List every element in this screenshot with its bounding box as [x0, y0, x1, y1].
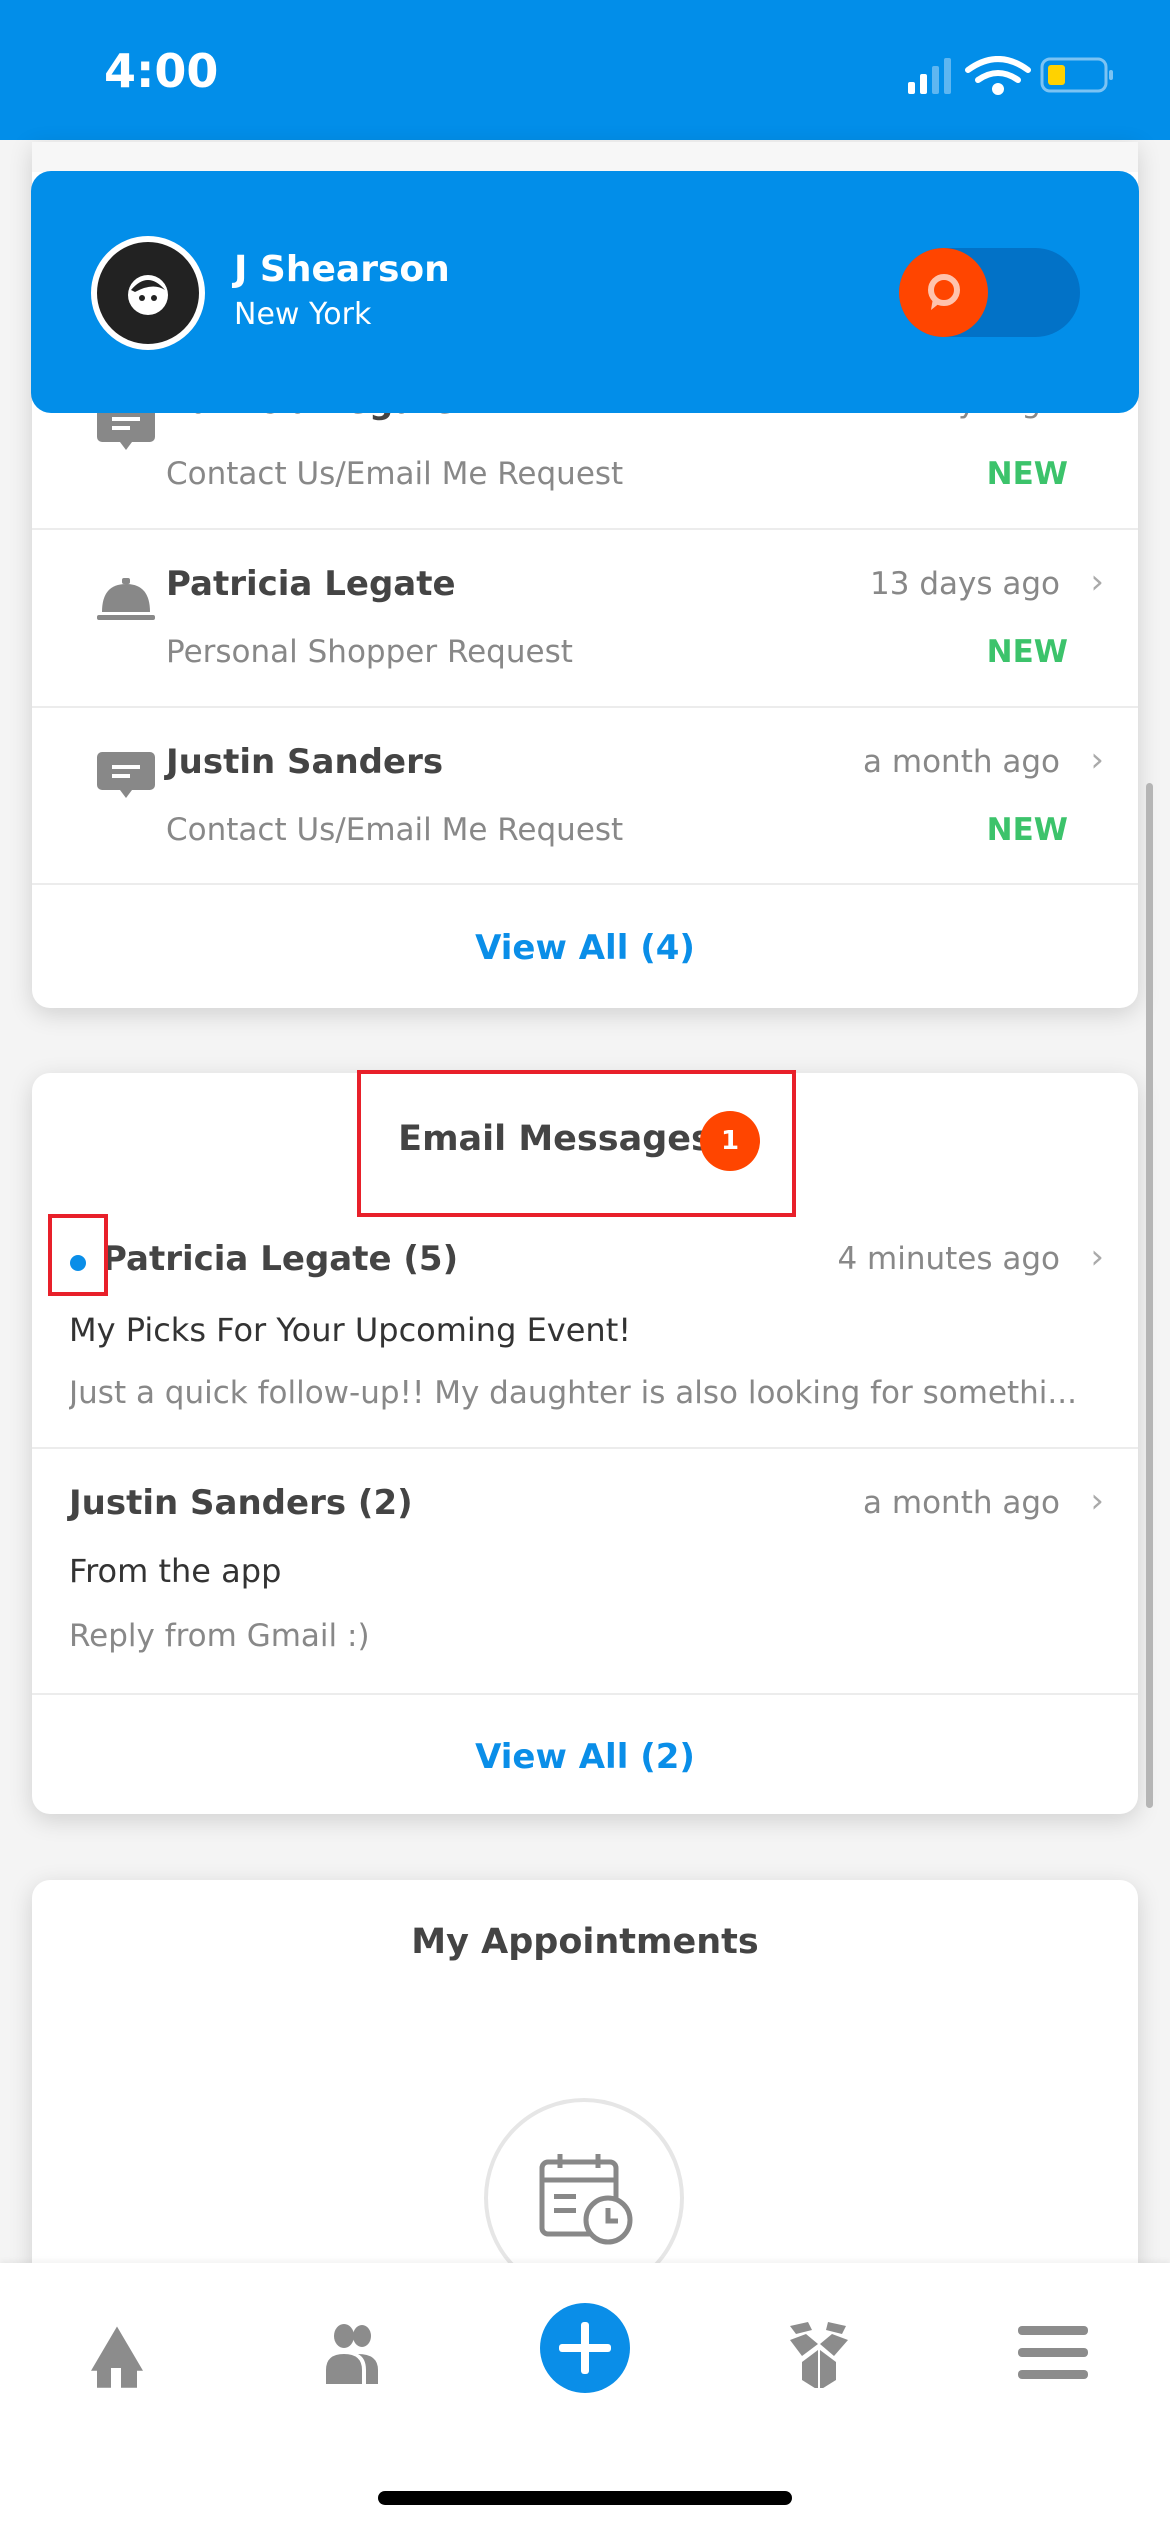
menu-icon[interactable]	[1013, 2318, 1093, 2388]
status-badge: NEW	[986, 634, 1068, 670]
avatar[interactable]	[91, 236, 205, 350]
home-indicator	[378, 2491, 792, 2505]
calendar-clock-icon	[539, 2154, 633, 2245]
email-row[interactable]: Patricia Legate (5) 4 minutes ago › My P…	[32, 1223, 1138, 1448]
service-bell-icon	[97, 578, 155, 620]
wifi-icon	[965, 56, 1031, 95]
availability-toggle[interactable]	[899, 248, 1080, 337]
status-badge: NEW	[986, 812, 1068, 848]
toggle-knob	[899, 248, 988, 337]
home-icon[interactable]	[77, 2318, 157, 2388]
profile-header: J Shearson New York	[31, 171, 1139, 413]
email-row[interactable]: Justin Sanders (2) a month ago › From th…	[32, 1449, 1138, 1693]
status-time: 4:00	[104, 44, 219, 98]
status-icons	[908, 56, 1113, 95]
request-row[interactable]: Patricia Legate 13 days ago › Personal S…	[32, 530, 1138, 706]
chevron-right-icon: ›	[1090, 1481, 1104, 1521]
view-all-emails-link[interactable]: View All (2)	[32, 1737, 1138, 1777]
chat-icon	[928, 274, 960, 310]
appointments-title: My Appointments	[411, 1922, 759, 1962]
status-bar: 4:00	[0, 0, 1170, 140]
chevron-right-icon: ›	[1090, 740, 1104, 780]
clients-icon[interactable]	[312, 2318, 392, 2388]
add-button[interactable]	[540, 2303, 630, 2393]
highlight-box	[357, 1070, 796, 1217]
signal-icon	[908, 58, 951, 94]
status-badge: NEW	[986, 456, 1068, 492]
chevron-right-icon: ›	[1090, 1237, 1104, 1277]
products-box-icon[interactable]	[780, 2318, 860, 2388]
chevron-right-icon: ›	[1090, 562, 1104, 602]
view-all-requests-link[interactable]: View All (4)	[32, 928, 1138, 968]
request-row[interactable]: Justin Sanders a month ago › Contact Us/…	[32, 708, 1138, 884]
chat-bubble-icon	[97, 752, 155, 798]
profile-location: New York	[234, 297, 372, 332]
face-icon	[128, 275, 168, 315]
scrollbar[interactable]	[1146, 783, 1153, 1808]
highlight-box	[48, 1214, 108, 1296]
battery-icon	[1040, 57, 1113, 93]
profile-name: J Shearson	[234, 249, 450, 290]
